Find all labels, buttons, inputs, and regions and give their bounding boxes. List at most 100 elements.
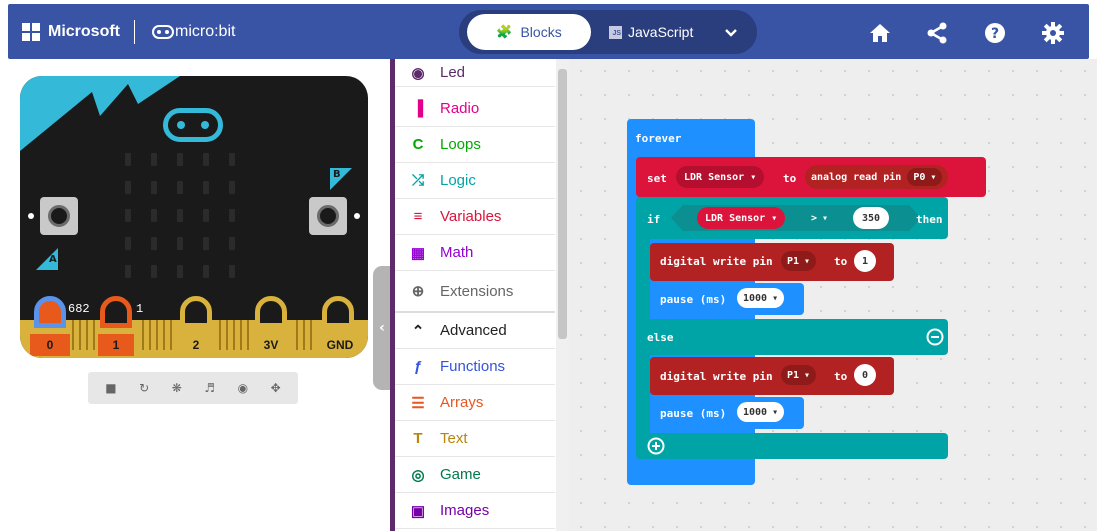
toolbox-category-extensions[interactable]: ⊕ Extensions <box>395 271 555 313</box>
set-variable-dropdown[interactable]: LDR Sensor ▾ <box>676 166 765 188</box>
write-pin-off-dropdown[interactable]: P1 ▾ <box>781 365 817 385</box>
dropdown-caret-icon: ▾ <box>822 212 829 224</box>
screenshot-icon[interactable]: ◉ <box>238 381 248 395</box>
shuffle-icon: ⤮ <box>411 172 424 189</box>
function-icon: ƒ <box>413 358 423 375</box>
mute-icon[interactable]: ♬ <box>204 381 215 395</box>
toolbox-category-images[interactable]: ▣ Images <box>395 493 555 529</box>
pause-value-1-dropdown[interactable]: 1000 ▾ <box>737 288 785 308</box>
dropdown-caret-icon: ▾ <box>804 369 811 381</box>
collapse-simulator-button[interactable]: ‹ <box>373 266 391 390</box>
toolbox-scroll-thumb[interactable] <box>558 69 567 339</box>
edge-tooth <box>142 320 144 350</box>
pause-value-1: 1000 <box>743 292 768 304</box>
settings-icon[interactable] <box>1041 21 1065 45</box>
dropdown-caret-icon: ▾ <box>750 171 757 183</box>
if-keyword: if <box>647 213 661 226</box>
menu-bar: Microsoft micro:bit 🧩 Blocks JS JavaScri… <box>8 4 1089 59</box>
js-file-icon: JS <box>609 25 622 39</box>
add-else-icon[interactable] <box>647 437 665 455</box>
edge-tooth <box>296 320 298 350</box>
microbit-logo-icon[interactable] <box>152 25 174 39</box>
pause-value-2-dropdown[interactable]: 1000 ▾ <box>737 402 785 422</box>
led <box>125 209 131 222</box>
microsoft-logo-icon[interactable] <box>22 23 40 41</box>
javascript-tab[interactable]: JS JavaScript <box>609 14 709 50</box>
microsoft-brand[interactable]: Microsoft <box>48 4 120 59</box>
edge-tooth <box>233 320 235 350</box>
help-icon[interactable]: ? <box>983 21 1007 45</box>
else-bar[interactable] <box>636 319 948 355</box>
button-a[interactable] <box>40 197 78 235</box>
read-pin-dropdown[interactable]: P0 ▾ <box>907 168 943 186</box>
signal-bars-icon: ▐ <box>412 100 424 117</box>
pin-3v-hole[interactable] <box>255 296 287 328</box>
toolbox-category-label: Radio <box>440 100 480 117</box>
toolbox-category-advanced[interactable]: ⌃ Advanced <box>395 313 555 349</box>
board-corner-decoration <box>20 76 180 151</box>
edge-tooth <box>156 320 158 350</box>
restart-icon[interactable]: ↻ <box>139 381 149 395</box>
operator-dropdown[interactable]: > ▾ <box>807 208 833 228</box>
toolbox-category-variables[interactable]: ≡ Variables <box>395 199 555 235</box>
set-to-keyword: to <box>783 172 797 185</box>
set-variable-name: LDR Sensor <box>684 171 745 183</box>
pin-3v-label: 3V <box>263 338 279 352</box>
digital-write-off-label: digital write pin <box>660 370 773 383</box>
edge-tooth <box>72 320 74 350</box>
fullscreen-icon[interactable]: ✥ <box>271 381 281 395</box>
blocks-tab[interactable]: 🧩 Blocks <box>467 14 591 50</box>
compare-variable-dropdown[interactable]: LDR Sensor ▾ <box>697 207 786 229</box>
pin-0-label: 0 <box>30 334 70 356</box>
toolbox-category-text[interactable]: T Text <box>395 421 555 457</box>
blocks-workspace[interactable]: forever set LDR Sensor ▾ to analog read p… <box>569 59 1097 531</box>
touch-logo[interactable] <box>163 108 223 142</box>
edge-tooth <box>163 320 165 350</box>
dropdown-caret-icon: ▾ <box>804 255 811 267</box>
toolbox-category-game[interactable]: ◎ Game <box>395 457 555 493</box>
toolbox-category-label: Led <box>440 64 466 81</box>
microbit-brand[interactable]: micro:bit <box>175 4 235 59</box>
pin-2-label: 2 <box>192 338 200 352</box>
forever-label: forever <box>635 132 682 145</box>
toolbox-category-radio[interactable]: ▐ Radio <box>395 91 555 127</box>
led <box>125 181 131 194</box>
javascript-tab-label: JavaScript <box>628 24 694 40</box>
home-icon[interactable] <box>868 21 892 45</box>
toolbox-category-functions[interactable]: ƒ Functions <box>395 349 555 385</box>
chevron-down-icon[interactable] <box>723 24 739 40</box>
write-value-on-input[interactable]: 1 <box>854 250 877 272</box>
puzzle-icon: 🧩 <box>496 24 513 39</box>
debug-icon[interactable]: ❋ <box>172 381 182 395</box>
share-icon[interactable] <box>925 21 949 45</box>
led <box>203 209 209 222</box>
stop-icon[interactable]: ■ <box>105 381 116 395</box>
button-a-dot <box>28 213 34 219</box>
edge-tooth <box>226 320 228 350</box>
pin-2-hole[interactable] <box>180 296 212 328</box>
write-value-off-input[interactable]: 0 <box>854 364 877 386</box>
toolbox-scrollbar[interactable] <box>556 59 569 531</box>
led <box>151 153 157 166</box>
remove-else-icon[interactable] <box>926 328 944 346</box>
threshold-input[interactable]: 350 <box>853 207 890 229</box>
write-pin-on-dropdown[interactable]: P1 ▾ <box>781 251 817 271</box>
pin-1-hole[interactable] <box>100 296 132 328</box>
write-off-to-keyword: to <box>834 370 848 383</box>
pin-0-hole[interactable] <box>34 296 66 328</box>
toolbox-category-logic[interactable]: ⤮ Logic <box>395 163 555 199</box>
led <box>203 181 209 194</box>
edge-tooth <box>303 320 305 350</box>
pin-gnd-hole[interactable] <box>322 296 354 328</box>
analog-read-block[interactable]: analog read pin P0 ▾ <box>805 165 949 189</box>
toolbox-category-loops[interactable]: C Loops <box>395 127 555 163</box>
toolbox-category-math[interactable]: ▦ Math <box>395 235 555 271</box>
dropdown-caret-icon: ▾ <box>772 292 779 304</box>
toolbox-category-arrays[interactable]: ☰ Arrays <box>395 385 555 421</box>
edge-tooth <box>247 320 249 350</box>
chevron-up-icon: ⌃ <box>411 322 425 340</box>
loop-arrow-icon: C <box>412 136 424 153</box>
toolbox-category-led[interactable]: ◉ Led <box>395 59 555 87</box>
button-b[interactable] <box>309 197 347 235</box>
led <box>177 265 183 278</box>
